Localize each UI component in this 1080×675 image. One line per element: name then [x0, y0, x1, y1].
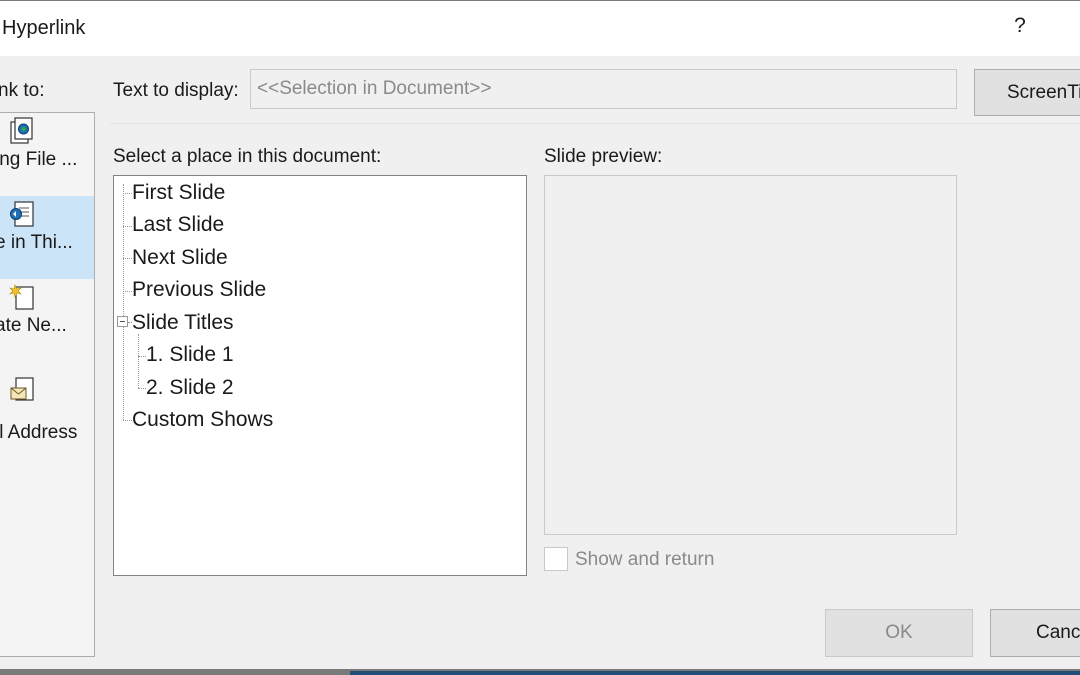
place-in-document-label: Select a place in this document:	[113, 146, 382, 167]
help-button[interactable]: ?	[1008, 14, 1032, 44]
screentip-button[interactable]: ScreenTip...	[974, 69, 1080, 116]
tree-item-previous-slide[interactable]: Previous Slide	[132, 278, 266, 302]
link-to-bar: ing File ... e in Thi... ate Ne... il Ad…	[0, 112, 95, 657]
cancel-button[interactable]: Cancel	[990, 609, 1080, 657]
existing-file-icon	[10, 117, 33, 144]
tree-item-slide-titles[interactable]: Slide Titles	[132, 311, 234, 335]
link-item-label: ing File ...	[0, 149, 78, 170]
tree-item-next-slide[interactable]: Next Slide	[132, 246, 228, 270]
link-place-in-document[interactable]: e in Thi...	[0, 196, 94, 279]
link-email-address[interactable]: il Address	[0, 362, 94, 462]
link-item-label: e in Thi...	[0, 232, 73, 253]
show-and-return-label: Show and return	[575, 549, 715, 570]
link-create-new-document[interactable]: ate Ne...	[0, 279, 94, 362]
separator	[110, 123, 1080, 124]
link-to-label: nk to:	[0, 80, 45, 101]
tree-item-custom-shows[interactable]: Custom Shows	[132, 408, 273, 432]
text-to-display-input[interactable]	[250, 69, 957, 109]
place-in-document-icon	[10, 201, 34, 227]
tree-item-slide-2[interactable]: 2. Slide 2	[146, 376, 234, 400]
taskbar-strip	[350, 671, 1080, 675]
tree-item-first-slide[interactable]: First Slide	[132, 181, 225, 205]
ok-button[interactable]: OK	[825, 609, 973, 657]
link-item-label: il Address	[0, 422, 78, 443]
link-existing-file[interactable]: ing File ...	[0, 113, 94, 196]
text-to-display-label: Text to display:	[113, 80, 239, 101]
tree-item-slide-1[interactable]: 1. Slide 1	[146, 343, 234, 367]
title-bar	[0, 0, 1080, 56]
link-item-label: ate Ne...	[0, 315, 67, 336]
collapse-toggle[interactable]	[117, 316, 128, 327]
email-address-icon	[10, 377, 34, 401]
create-new-document-icon	[9, 284, 34, 310]
show-and-return-checkbox[interactable]	[544, 547, 568, 571]
dialog-title: Hyperlink	[2, 17, 86, 39]
slide-preview-label: Slide preview:	[544, 146, 663, 167]
place-tree: First Slide Last Slide Next Slide Previo…	[113, 175, 527, 576]
tree-item-last-slide[interactable]: Last Slide	[132, 213, 224, 237]
slide-preview-box	[544, 175, 957, 535]
